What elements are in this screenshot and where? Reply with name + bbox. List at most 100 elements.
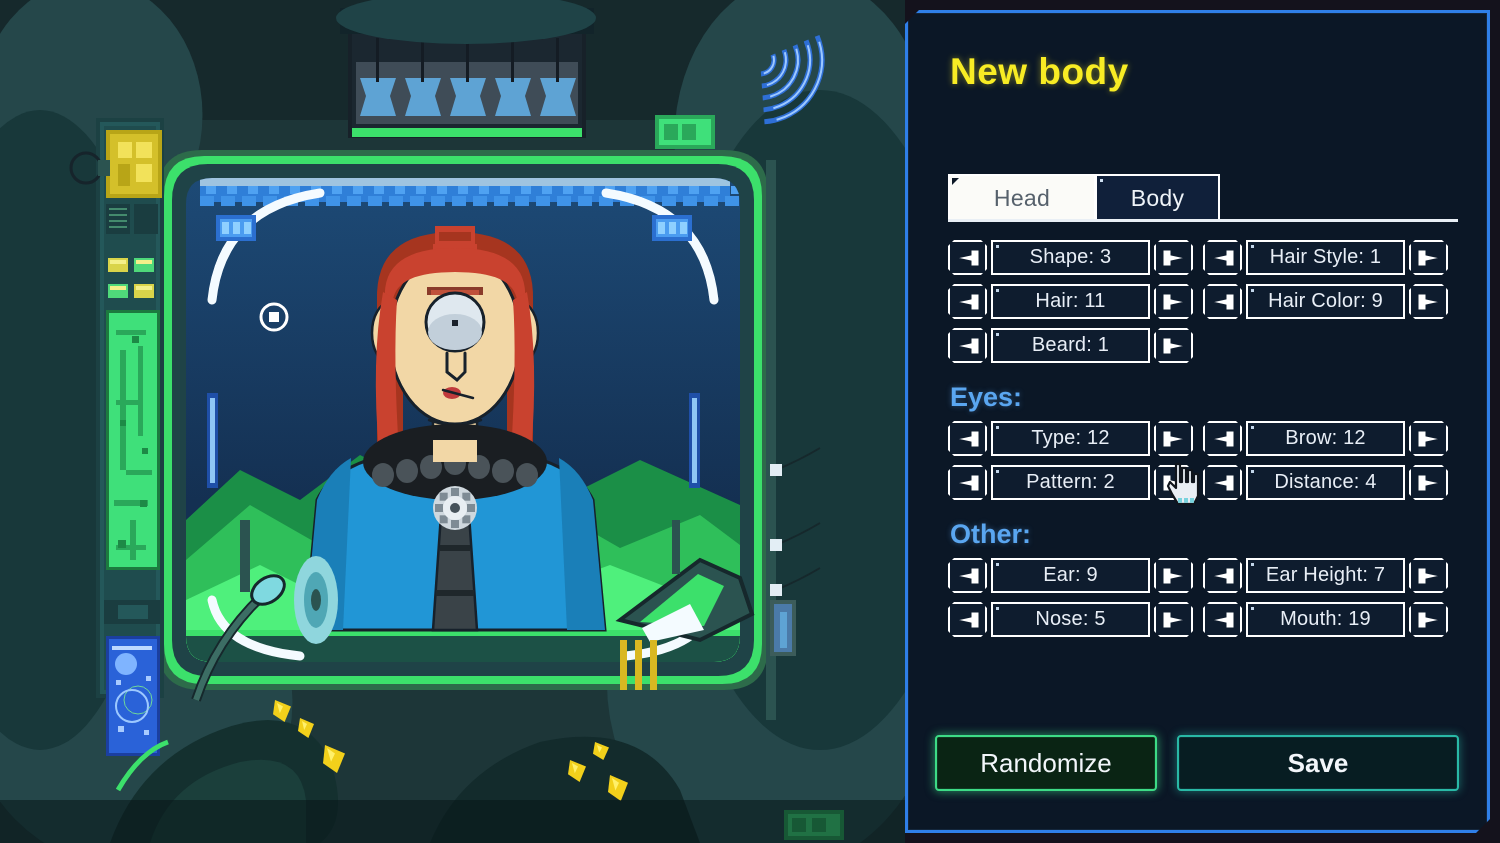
control-row: Shape: 3 Hair Style: 1 [948, 240, 1458, 275]
nose-next-button[interactable] [1154, 602, 1193, 637]
caret-right-icon [1416, 565, 1442, 587]
stepper-hair-style: Hair Style: 1 [1203, 240, 1448, 275]
caret-left-icon [955, 247, 981, 269]
caret-right-icon [1161, 335, 1187, 357]
control-row: Hair: 11 Hair Color: 9 [948, 284, 1458, 319]
control-row: Beard: 1 [948, 328, 1458, 363]
caret-left-icon [955, 335, 981, 357]
eye-type-value[interactable]: Type: 12 [991, 421, 1150, 456]
ear-height-next-button[interactable] [1409, 558, 1448, 593]
pixel-art-canvas [0, 0, 905, 843]
hair-color-value[interactable]: Hair Color: 9 [1246, 284, 1405, 319]
caret-left-icon [955, 565, 981, 587]
hair-value[interactable]: Hair: 11 [991, 284, 1150, 319]
stepper-eye-pattern: Pattern: 2 [948, 465, 1193, 500]
caret-left-icon [955, 428, 981, 450]
stepper-beard: Beard: 1 [948, 328, 1193, 363]
eye-brow-prev-button[interactable] [1203, 421, 1242, 456]
control-row: Nose: 5 Mouth: 19 [948, 602, 1458, 637]
stepper-ear: Ear: 9 [948, 558, 1193, 593]
caret-right-icon [1416, 472, 1442, 494]
caret-left-icon [1210, 291, 1236, 313]
control-row: Type: 12 Brow: 12 [948, 421, 1458, 456]
eye-distance-prev-button[interactable] [1203, 465, 1242, 500]
beard-prev-button[interactable] [948, 328, 987, 363]
tab-head[interactable]: Head [948, 174, 1096, 220]
stepper-nose: Nose: 5 [948, 602, 1193, 637]
stepper-hair-color: Hair Color: 9 [1203, 284, 1448, 319]
randomize-button[interactable]: Randomize [935, 735, 1157, 791]
stepper-eye-brow: Brow: 12 [1203, 421, 1448, 456]
eye-type-prev-button[interactable] [948, 421, 987, 456]
control-row: Pattern: 2 Distance: 4 [948, 465, 1458, 500]
ear-height-value[interactable]: Ear Height: 7 [1246, 558, 1405, 593]
caret-right-icon [1416, 291, 1442, 313]
eye-brow-value[interactable]: Brow: 12 [1246, 421, 1405, 456]
control-row: Ear: 9 Ear Height: 7 [948, 558, 1458, 593]
caret-left-icon [1210, 247, 1236, 269]
ear-next-button[interactable] [1154, 558, 1193, 593]
character-preview-scene [0, 0, 905, 843]
caret-right-icon [1416, 247, 1442, 269]
tab-list: Head Body [948, 172, 1458, 220]
caret-right-icon [1416, 609, 1442, 631]
stepper-ear-height: Ear Height: 7 [1203, 558, 1448, 593]
stepper-eye-distance: Distance: 4 [1203, 465, 1448, 500]
tab-body[interactable]: Body [1095, 174, 1220, 220]
caret-left-icon [1210, 428, 1236, 450]
hair-color-prev-button[interactable] [1203, 284, 1242, 319]
caret-left-icon [955, 609, 981, 631]
stepper-hair: Hair: 11 [948, 284, 1193, 319]
mouth-prev-button[interactable] [1203, 602, 1242, 637]
caret-left-icon [1210, 609, 1236, 631]
attribute-controls: Shape: 3 Hair Style: 1 Hair: 11 Hair Color:… [948, 240, 1458, 646]
save-button[interactable]: Save [1177, 735, 1459, 791]
caret-left-icon [955, 472, 981, 494]
section-heading-eyes: Eyes: [950, 382, 1023, 412]
caret-right-icon [1161, 247, 1187, 269]
shape-prev-button[interactable] [948, 240, 987, 275]
caret-right-icon [1416, 428, 1442, 450]
stepper-eye-type: Type: 12 [948, 421, 1193, 456]
stepper-mouth: Mouth: 19 [1203, 602, 1448, 637]
shape-value[interactable]: Shape: 3 [991, 240, 1150, 275]
hair-prev-button[interactable] [948, 284, 987, 319]
hair-style-next-button[interactable] [1409, 240, 1448, 275]
editor-tabs: Head Body [948, 172, 1458, 222]
game-screen: New body Head Body Shape: 3 Hair Style: 1… [0, 0, 1500, 843]
page-title: New body [950, 51, 1129, 92]
ear-prev-button[interactable] [948, 558, 987, 593]
mouth-value[interactable]: Mouth: 19 [1246, 602, 1405, 637]
caret-right-icon [1161, 291, 1187, 313]
caret-right-icon [1161, 428, 1187, 450]
mouth-next-button[interactable] [1409, 602, 1448, 637]
caret-right-icon [1161, 472, 1187, 494]
eye-type-next-button[interactable] [1154, 421, 1193, 456]
beard-next-button[interactable] [1154, 328, 1193, 363]
caret-left-icon [1210, 472, 1236, 494]
caret-left-icon [1210, 565, 1236, 587]
caret-right-icon [1161, 565, 1187, 587]
shape-next-button[interactable] [1154, 240, 1193, 275]
stepper-shape: Shape: 3 [948, 240, 1193, 275]
caret-right-icon [1161, 609, 1187, 631]
hair-style-prev-button[interactable] [1203, 240, 1242, 275]
beard-value[interactable]: Beard: 1 [991, 328, 1150, 363]
hair-next-button[interactable] [1154, 284, 1193, 319]
section-heading-other: Other: [950, 519, 1031, 549]
nose-prev-button[interactable] [948, 602, 987, 637]
tab-underline [948, 219, 1458, 222]
nose-value[interactable]: Nose: 5 [991, 602, 1150, 637]
action-buttons: Randomize Save [935, 735, 1485, 791]
caret-left-icon [955, 291, 981, 313]
hair-style-value[interactable]: Hair Style: 1 [1246, 240, 1405, 275]
eye-brow-next-button[interactable] [1409, 421, 1448, 456]
eye-distance-value[interactable]: Distance: 4 [1246, 465, 1405, 500]
eye-distance-next-button[interactable] [1409, 465, 1448, 500]
eye-pattern-value[interactable]: Pattern: 2 [991, 465, 1150, 500]
hair-color-next-button[interactable] [1409, 284, 1448, 319]
ear-value[interactable]: Ear: 9 [991, 558, 1150, 593]
eye-pattern-next-button[interactable] [1154, 465, 1193, 500]
ear-height-prev-button[interactable] [1203, 558, 1242, 593]
eye-pattern-prev-button[interactable] [948, 465, 987, 500]
